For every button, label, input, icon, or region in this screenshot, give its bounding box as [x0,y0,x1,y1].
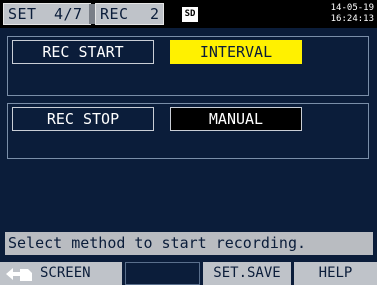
rec-tab[interactable]: REC 2 [95,3,164,25]
page-indicator: 4/7 [54,5,83,23]
top-bar: SET 4/7 REC 2 SD 14-05-19 16:24:13 [0,0,377,28]
blank-function-key[interactable] [125,262,200,285]
help-message: Select method to start recording. [5,232,373,255]
screen-button-label: SCREEN [40,265,91,281]
set-save-button[interactable]: SET.SAVE [203,262,291,285]
set-tab[interactable]: SET 4/7 [3,3,91,25]
help-button[interactable]: HELP [294,262,377,285]
rec-start-value[interactable]: INTERVAL [170,40,302,64]
rec-start-panel: REC START INTERVAL [7,36,369,96]
rec-tab-number: 2 [150,5,160,23]
rec-stop-value[interactable]: MANUAL [170,107,302,131]
rec-stop-label: REC STOP [12,107,154,131]
rec-start-label: REC START [12,40,154,64]
datetime-display: 14-05-19 16:24:13 [331,3,374,25]
function-key-bar: SCREEN SET.SAVE HELP [0,262,377,285]
enter-arrow-icon [6,268,32,281]
rec-tab-label: REC [100,5,129,23]
time-text: 16:24:13 [330,14,374,24]
rec-stop-panel: REC STOP MANUAL [7,103,369,159]
date-text: 14-05-19 [330,3,374,13]
screen-button[interactable]: SCREEN [0,262,122,285]
instrument-screen: SET 4/7 REC 2 SD 14-05-19 16:24:13 REC S… [0,0,377,285]
set-tab-label: SET [8,5,37,23]
sd-card-icon: SD [182,7,198,22]
